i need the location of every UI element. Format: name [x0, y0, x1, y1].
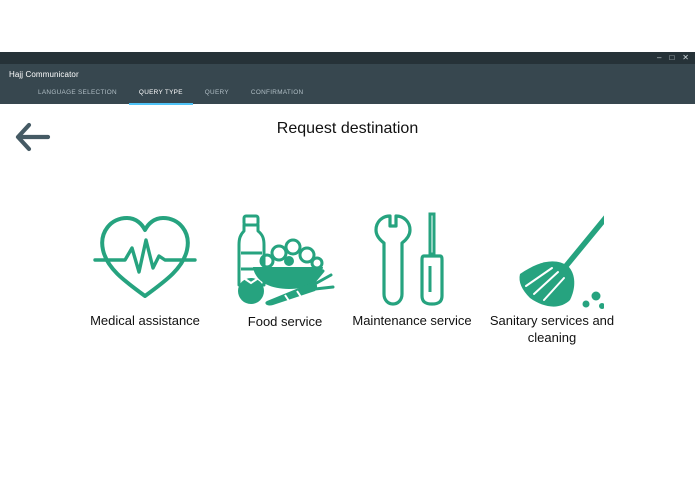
food-icon: [237, 214, 335, 306]
minimize-button[interactable]: –: [657, 52, 661, 64]
option-food-service[interactable]: Food service: [215, 213, 355, 330]
window-controls: – □ ✕: [657, 52, 689, 64]
tab-bar: LANGUAGE SELECTION QUERY TYPE QUERY CONF…: [28, 88, 315, 105]
heart-pulse-icon: [93, 216, 197, 298]
option-label: Sanitary services and cleaning: [489, 313, 615, 345]
page-title: Request destination: [276, 120, 419, 137]
option-label: Medical assistance: [90, 313, 200, 328]
tab-language-selection[interactable]: LANGUAGE SELECTION: [28, 88, 127, 104]
option-label: Maintenance service: [352, 313, 472, 328]
window-titlebar: – □ ✕: [0, 52, 695, 64]
app-title: Hajj Communicator: [9, 70, 79, 79]
broom-icon: [519, 215, 604, 309]
wrench-screwdriver-icon: [374, 212, 444, 306]
close-button[interactable]: ✕: [682, 52, 689, 64]
option-maintenance-service[interactable]: Maintenance service: [342, 210, 482, 329]
option-medical-assistance[interactable]: Medical assistance: [75, 210, 215, 329]
tab-query-type[interactable]: QUERY TYPE: [128, 88, 193, 105]
option-sanitary-cleaning[interactable]: Sanitary services and cleaning: [482, 208, 622, 346]
maximize-button[interactable]: □: [669, 52, 674, 64]
tab-confirmation[interactable]: CONFIRMATION: [241, 88, 313, 104]
tab-query[interactable]: QUERY: [195, 88, 239, 104]
app-bar: Hajj Communicator LANGUAGE SELECTION QUE…: [0, 64, 695, 105]
option-label: Food service: [247, 314, 323, 329]
